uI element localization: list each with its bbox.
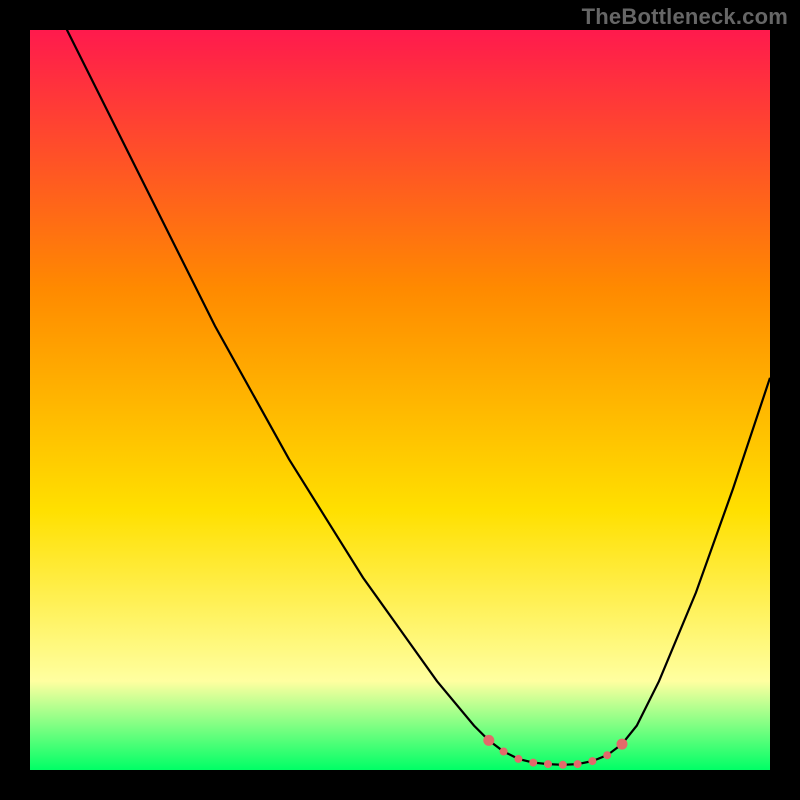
gradient-background: [30, 30, 770, 770]
sweet-spot-marker: [529, 759, 537, 767]
sweet-spot-marker: [514, 755, 522, 763]
watermark-text: TheBottleneck.com: [582, 4, 788, 30]
plot-area: [30, 30, 770, 770]
sweet-spot-marker: [617, 739, 628, 750]
chart-svg: [30, 30, 770, 770]
sweet-spot-marker: [500, 748, 508, 756]
sweet-spot-marker: [483, 735, 494, 746]
sweet-spot-marker: [588, 757, 596, 765]
sweet-spot-marker: [574, 760, 582, 768]
sweet-spot-marker: [559, 761, 567, 769]
sweet-spot-marker: [603, 751, 611, 759]
sweet-spot-marker: [544, 760, 552, 768]
chart-frame: TheBottleneck.com: [0, 0, 800, 800]
